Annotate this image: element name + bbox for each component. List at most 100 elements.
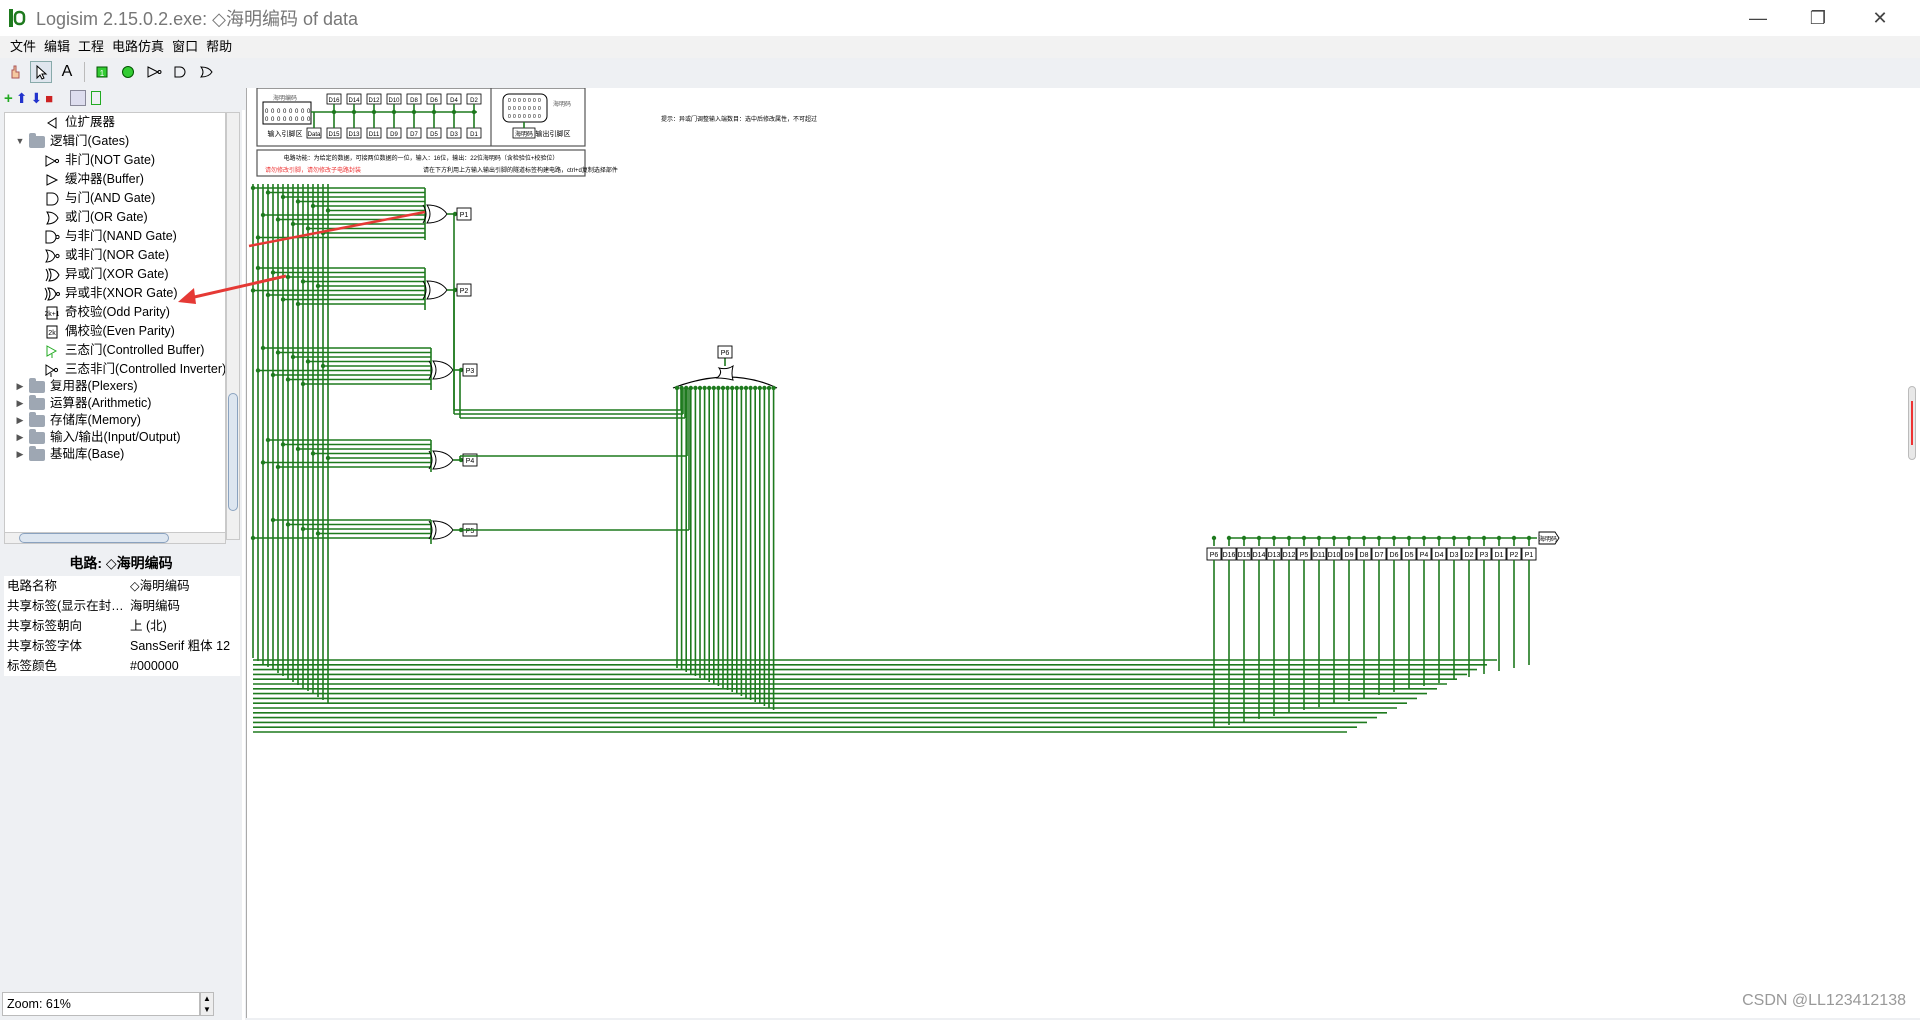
collapse-arrow-icon[interactable]: ▼ bbox=[15, 131, 25, 152]
xor-gate-icon bbox=[715, 364, 734, 381]
tree-hscroll-thumb[interactable] bbox=[19, 533, 169, 543]
move-down-icon[interactable]: ⬇ bbox=[31, 90, 43, 107]
pin-bit: 0 bbox=[513, 106, 516, 112]
wire-junction bbox=[275, 464, 281, 470]
component-tree[interactable]: 位扩展器 ▼ 逻辑门(Gates) 非门(NOT Gate) 缓冲器(Buffer) 与门… bbox=[4, 112, 226, 540]
xor-gate-icon bbox=[426, 204, 448, 224]
delete-circuit-icon[interactable]: ■ bbox=[45, 91, 53, 106]
not-gate-icon[interactable] bbox=[143, 61, 165, 83]
property-row[interactable]: 标签颜色 #000000 bbox=[4, 656, 240, 676]
add-circuit-icon[interactable]: + bbox=[4, 90, 13, 107]
wire-junction bbox=[1421, 535, 1427, 541]
input-pin-icon[interactable]: 1 bbox=[91, 61, 113, 83]
tree-scroll-thumb[interactable] bbox=[228, 393, 238, 511]
property-row[interactable]: 共享标签字体 SansSerif 粗体 12 bbox=[4, 636, 240, 656]
tree-item[interactable]: 2k+1 奇校验(Odd Parity) bbox=[43, 302, 170, 323]
or-gate-icon[interactable] bbox=[195, 61, 217, 83]
pin-bit: 0 bbox=[528, 98, 531, 104]
zoom-spinner[interactable]: ▲ ▼ bbox=[200, 992, 214, 1016]
header-tunnel-bottom: D1 bbox=[470, 132, 478, 138]
tree-item[interactable]: 异或非(XNOR Gate) bbox=[43, 283, 178, 304]
restore-button[interactable]: ❐ bbox=[1788, 0, 1848, 36]
odd-parity-icon: 2k+1 bbox=[43, 306, 61, 320]
wire-junction bbox=[255, 265, 261, 271]
parity-tunnel-label: P4 bbox=[466, 458, 475, 465]
wire-junction bbox=[1406, 535, 1412, 541]
move-up-icon[interactable]: ⬆ bbox=[16, 90, 28, 107]
tree-item[interactable]: 位扩展器 bbox=[43, 113, 115, 133]
pin-bit: 0 bbox=[533, 114, 536, 120]
wire-junction bbox=[684, 385, 689, 391]
canvas-vertical-scrollbar[interactable] bbox=[1908, 386, 1916, 460]
title-bar: Logisim 2.15.0.2.exe: ◇海明编码 of data — ❐ … bbox=[0, 0, 1920, 36]
poke-tool-icon[interactable] bbox=[4, 61, 26, 83]
layout-view-icon[interactable] bbox=[70, 90, 87, 106]
output-bit-tunnel: D5 bbox=[1405, 552, 1414, 559]
output-tunnel-tag-label: 海明码 bbox=[1539, 535, 1557, 543]
property-value[interactable]: #000000 bbox=[126, 656, 240, 676]
tree-vertical-scrollbar[interactable] bbox=[226, 112, 240, 540]
output-bit-tunnel: D7 bbox=[1375, 552, 1384, 559]
wire-junction bbox=[1481, 535, 1487, 541]
property-value[interactable]: ◇海明编码 bbox=[126, 576, 240, 596]
menu-edit[interactable]: 编辑 bbox=[40, 36, 74, 58]
wire-junction bbox=[1226, 535, 1232, 541]
property-value[interactable]: SansSerif 粗体 12 bbox=[126, 636, 240, 656]
header-output-tunnel-label: 海明码 bbox=[515, 130, 533, 138]
property-value[interactable]: 上 (北) bbox=[126, 616, 240, 636]
output-pin-icon[interactable] bbox=[117, 61, 139, 83]
close-button[interactable]: ✕ bbox=[1850, 0, 1910, 36]
menu-window[interactable]: 窗口 bbox=[168, 36, 202, 58]
property-key: 电路名称 bbox=[7, 579, 58, 593]
zoom-field[interactable]: Zoom: 61% bbox=[2, 992, 200, 1016]
wire-junction bbox=[275, 217, 281, 222]
tree-item[interactable]: 与非门(NAND Gate) bbox=[43, 226, 177, 247]
wire-junction bbox=[1451, 535, 1457, 541]
pin-bit: 0 bbox=[533, 98, 536, 104]
minimize-button[interactable]: — bbox=[1728, 0, 1788, 36]
tree-horizontal-scrollbar[interactable] bbox=[4, 532, 226, 544]
tree-item[interactable]: 非门(NOT Gate) bbox=[43, 150, 155, 171]
wire-junction bbox=[697, 385, 703, 391]
property-row[interactable]: 共享标签朝向 上 (北) bbox=[4, 616, 240, 636]
header-tunnel-bottom: D3 bbox=[450, 132, 458, 138]
text-tool-icon[interactable]: A bbox=[56, 61, 78, 83]
tree-item[interactable]: 2k 偶校验(Even Parity) bbox=[43, 321, 175, 342]
property-value[interactable]: 海明编码 bbox=[126, 596, 240, 616]
and-gate-icon[interactable] bbox=[169, 61, 191, 83]
tree-item[interactable]: 三态门(Controlled Buffer) bbox=[43, 340, 204, 361]
tree-item[interactable]: 与门(AND Gate) bbox=[43, 188, 155, 209]
wire-junction bbox=[320, 363, 326, 369]
or-gate-icon bbox=[43, 210, 61, 225]
tree-item[interactable]: 缓冲器(Buffer) bbox=[43, 169, 144, 190]
tree-item[interactable]: 异或门(XOR Gate) bbox=[43, 264, 169, 285]
bit-extender-icon bbox=[43, 116, 61, 130]
wire-junction bbox=[295, 199, 301, 204]
wire-junction bbox=[315, 283, 321, 289]
output-bit-tunnel: D6 bbox=[1390, 552, 1399, 559]
wire-junction bbox=[300, 526, 306, 532]
select-tool-icon[interactable] bbox=[30, 61, 52, 83]
circuit-canvas[interactable]: 海明编码 0 0 0 0 0 0 0 0 0 0 0 0 0 0 0 0 输入引脚区 D16 D14 D12 D10 D8 D… bbox=[246, 88, 1920, 1018]
property-key: 标签颜色 bbox=[7, 659, 58, 673]
pin-bit: 0 bbox=[518, 106, 521, 112]
pin-bit: 0 bbox=[528, 114, 531, 120]
appearance-view-icon[interactable] bbox=[91, 91, 102, 105]
pin-bit: 0 bbox=[508, 106, 511, 112]
tree-item[interactable]: 或非门(NOR Gate) bbox=[43, 245, 169, 266]
menu-simulate[interactable]: 电路仿真 bbox=[108, 36, 168, 58]
wire-junction bbox=[255, 368, 261, 373]
wire-junction bbox=[295, 301, 301, 307]
tree-item[interactable]: ▼ 逻辑门(Gates) bbox=[15, 131, 129, 152]
property-row[interactable]: 共享标签(显示在封… 海明编码 bbox=[4, 596, 240, 616]
tree-item-label: 缓冲器(Buffer) bbox=[65, 172, 144, 186]
menu-project[interactable]: 工程 bbox=[74, 36, 108, 58]
menu-file[interactable]: 文件 bbox=[6, 36, 40, 58]
property-row[interactable]: 电路名称 ◇海明编码 bbox=[4, 576, 240, 596]
note-instruction: 请在下方利用上方输入输出引脚的隧道标签构建电路，ctrl+d复制选择部件 bbox=[423, 166, 618, 174]
tree-item[interactable]: ▶ 基础库(Base) bbox=[15, 444, 124, 465]
wire-junction bbox=[265, 190, 271, 195]
expand-arrow-icon[interactable]: ▶ bbox=[15, 444, 25, 465]
menu-help[interactable]: 帮助 bbox=[202, 36, 236, 58]
tree-item[interactable]: 或门(OR Gate) bbox=[43, 207, 148, 228]
